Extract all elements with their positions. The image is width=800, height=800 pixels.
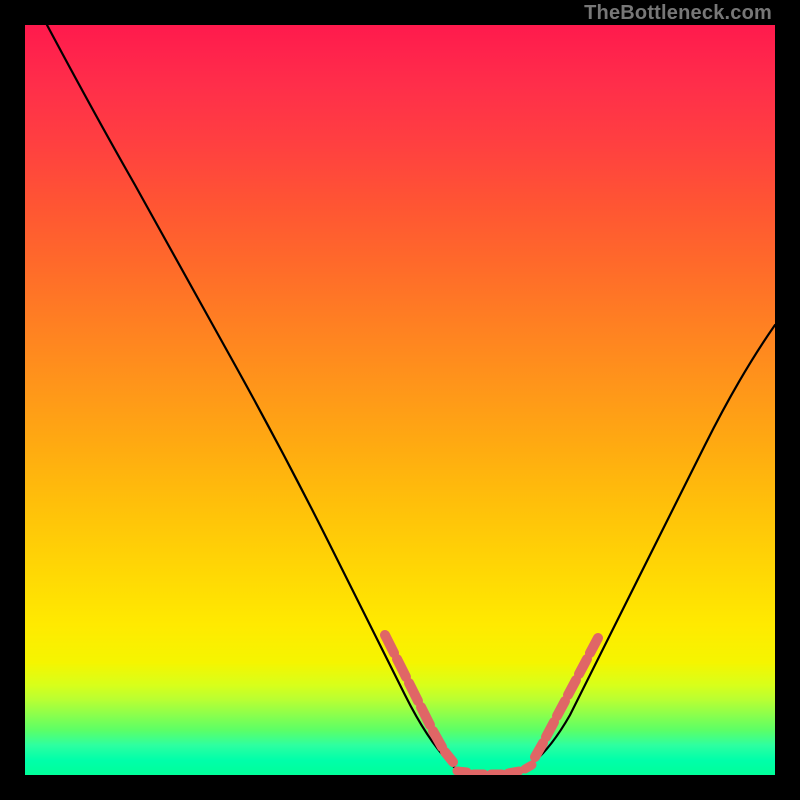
right-highlight-dash-3 <box>557 701 565 716</box>
right-highlight-dash-1 <box>535 743 543 757</box>
left-highlight-dash-2 <box>397 659 406 677</box>
left-highlight-dash-6 <box>445 752 453 762</box>
left-highlight-dash-3 <box>409 683 418 701</box>
plot-area <box>25 25 775 775</box>
right-highlight-dash-6 <box>590 638 598 653</box>
chart-container: TheBottleneck.com <box>0 0 800 800</box>
bottom-highlight-dash-4 <box>508 771 519 773</box>
left-highlight-dash-4 <box>421 707 430 725</box>
right-highlight-dash-2 <box>546 722 554 737</box>
bottleneck-curve-line <box>47 25 775 774</box>
right-highlight-dash-5 <box>579 659 587 674</box>
curve-svg <box>25 25 775 775</box>
bottom-highlight-dash-5 <box>525 765 532 769</box>
right-highlight-dash-4 <box>568 680 576 695</box>
watermark-text: TheBottleneck.com <box>584 2 772 25</box>
left-highlight-dash-1 <box>385 635 394 653</box>
bottom-highlight-dash-1 <box>457 771 467 772</box>
